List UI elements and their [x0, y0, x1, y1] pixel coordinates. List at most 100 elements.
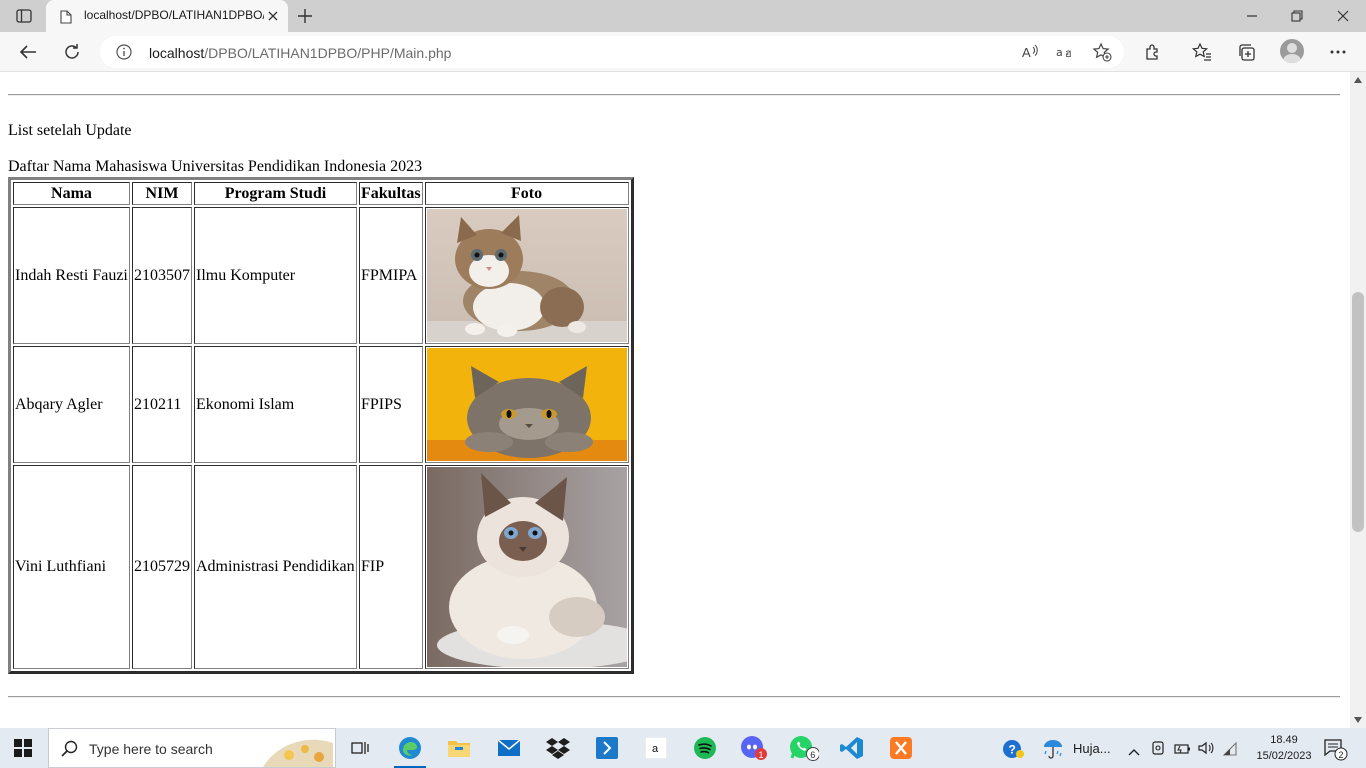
- cell-fakultas: FPMIPA: [359, 207, 423, 344]
- svg-text:?: ?: [1009, 743, 1016, 757]
- cell-foto: [424, 465, 629, 669]
- back-arrow-icon[interactable]: [16, 40, 40, 64]
- file-explorer-icon[interactable]: [439, 732, 479, 764]
- svg-text:a: a: [1056, 46, 1063, 59]
- update-heading: List setelah Update: [8, 122, 132, 139]
- discord-icon[interactable]: 1: [734, 732, 774, 764]
- table-header-row: Nama NIM Program Studi Fakultas Foto: [13, 182, 629, 205]
- address-bar[interactable]: localhost/DPBO/LATIHAN1DPBO/PHP/Main.php…: [100, 36, 1124, 68]
- horizontal-rule-bottom: [8, 696, 1340, 698]
- tab-close-icon[interactable]: [266, 9, 280, 23]
- xampp-icon[interactable]: [881, 732, 921, 764]
- edge-app-icon[interactable]: [390, 732, 430, 768]
- header-nama: Nama: [13, 182, 130, 205]
- minimize-icon[interactable]: [1240, 4, 1264, 28]
- cell-nama: Abqary Agler: [13, 346, 130, 463]
- weather-text[interactable]: Huja...: [1073, 741, 1111, 756]
- url-text[interactable]: localhost/DPBO/LATIHAN1DPBO/PHP/Main.php: [149, 45, 451, 61]
- close-window-icon[interactable]: [1331, 4, 1355, 28]
- mail-icon[interactable]: [489, 732, 529, 764]
- page-icon: [60, 9, 72, 28]
- discord-badge: 1: [759, 750, 764, 760]
- cell-nama: Vini Luthfiani: [13, 465, 130, 669]
- amazon-icon[interactable]: a: [636, 732, 676, 764]
- read-aloud-icon[interactable]: A: [1018, 40, 1042, 64]
- search-placeholder: Type here to search: [89, 741, 213, 757]
- cell-nim: 2103507: [132, 207, 192, 344]
- table-row: Indah Resti Fauzi 2103507 Ilmu Komputer …: [13, 207, 629, 344]
- search-icon: [61, 740, 79, 762]
- translate-icon[interactable]: aฮ: [1054, 40, 1078, 64]
- restore-icon[interactable]: [1285, 4, 1309, 28]
- dropbox-icon[interactable]: [538, 732, 578, 764]
- url-path: /DPBO/LATIHAN1DPBO/PHP/Main.php: [204, 45, 452, 61]
- browser-toolbar: localhost/DPBO/LATIHAN1DPBO/PHP/Main.php…: [0, 32, 1366, 72]
- header-program-studi: Program Studi: [194, 182, 357, 205]
- whatsapp-badge: 6: [810, 750, 815, 760]
- spotify-icon[interactable]: [685, 732, 725, 764]
- svg-text:a: a: [652, 743, 659, 755]
- birman-cat-photo: [426, 467, 627, 667]
- collections-icon[interactable]: [1234, 40, 1258, 64]
- powershell-icon[interactable]: [587, 732, 627, 764]
- new-tab-button[interactable]: [294, 5, 316, 27]
- svg-text:A: A: [1022, 45, 1031, 60]
- more-options-icon[interactable]: [1326, 40, 1350, 64]
- cell-nim: 210211: [132, 346, 192, 463]
- taskbar-search-box[interactable]: Type here to search: [48, 728, 336, 768]
- table-row: Vini Luthfiani 2105729 Administrasi Pend…: [13, 465, 629, 669]
- svg-text:ฮ: ฮ: [1065, 47, 1072, 60]
- scrollbar-thumb[interactable]: [1352, 292, 1364, 532]
- battery-icon[interactable]: [1174, 741, 1192, 760]
- cell-nama: Indah Resti Fauzi: [13, 207, 130, 344]
- cell-foto: [424, 207, 629, 344]
- scroll-down-arrow-icon[interactable]: [1354, 716, 1362, 724]
- browser-tab-active[interactable]: localhost/DPBO/LATIHAN1DPBO/PHP/Main.php: [46, 0, 288, 32]
- task-view-icon[interactable]: [340, 732, 380, 764]
- vscode-icon[interactable]: [832, 732, 872, 764]
- volume-icon[interactable]: [1198, 740, 1214, 760]
- cell-fakultas: FIP: [359, 465, 423, 669]
- cell-program-studi: Ilmu Komputer: [194, 207, 357, 344]
- cell-fakultas: FPIPS: [359, 346, 423, 463]
- gray-cat-yellow-background-photo: [426, 348, 627, 461]
- whatsapp-icon[interactable]: 6: [784, 732, 824, 764]
- profile-avatar[interactable]: [1280, 39, 1304, 63]
- tab-strip: localhost/DPBO/LATIHAN1DPBO/PHP/Main.php: [0, 0, 1366, 32]
- cell-program-studi: Administrasi Pendidikan: [194, 465, 357, 669]
- calico-kitten-photo: [426, 209, 627, 342]
- refresh-icon[interactable]: [60, 40, 84, 64]
- notification-center-icon[interactable]: 2: [1324, 739, 1348, 765]
- taskbar-clock[interactable]: 18.49 15/02/2023: [1248, 732, 1320, 764]
- search-highlight-icon: [259, 733, 335, 768]
- clock-date: 15/02/2023: [1256, 750, 1312, 762]
- site-info-icon[interactable]: [116, 44, 132, 64]
- header-nim: NIM: [132, 182, 192, 205]
- cell-program-studi: Ekonomi Islam: [194, 346, 357, 463]
- table-caption: Daftar Nama Mahasiswa Universitas Pendid…: [8, 158, 423, 175]
- header-fakultas: Fakultas: [359, 182, 423, 205]
- url-host: localhost: [149, 45, 205, 61]
- weather-rain-icon[interactable]: [1042, 738, 1064, 764]
- cell-nim: 2105729: [132, 465, 192, 669]
- network-icon[interactable]: [1222, 741, 1238, 760]
- help-icon[interactable]: ?: [1002, 739, 1024, 763]
- tab-title: localhost/DPBO/LATIHAN1DPBO/PHP/Main.php: [84, 8, 264, 22]
- table-row: Abqary Agler 210211 Ekonomi Islam FPIPS: [13, 346, 629, 463]
- tab-actions-icon[interactable]: [10, 4, 38, 28]
- windows-start-icon[interactable]: [14, 739, 32, 757]
- meet-now-icon[interactable]: [1151, 740, 1167, 760]
- notification-count: 2: [1339, 750, 1344, 760]
- page-viewport: List setelah Update Daftar Nama Mahasisw…: [0, 72, 1350, 728]
- favorites-icon[interactable]: [1190, 40, 1214, 64]
- header-foto: Foto: [424, 182, 629, 205]
- page-scrollbar[interactable]: [1350, 72, 1366, 728]
- scroll-up-arrow-icon[interactable]: [1354, 76, 1362, 84]
- add-favorite-icon[interactable]: [1090, 40, 1114, 64]
- clock-time: 18.49: [1270, 734, 1298, 746]
- chevron-up-icon[interactable]: [1128, 741, 1140, 760]
- windows-taskbar: Type here to search a 1 6 ? Huja... 18.4…: [0, 728, 1366, 768]
- horizontal-rule-top: [8, 94, 1340, 96]
- extensions-icon[interactable]: [1141, 40, 1165, 64]
- student-table: Nama NIM Program Studi Fakultas Foto Ind…: [8, 177, 634, 674]
